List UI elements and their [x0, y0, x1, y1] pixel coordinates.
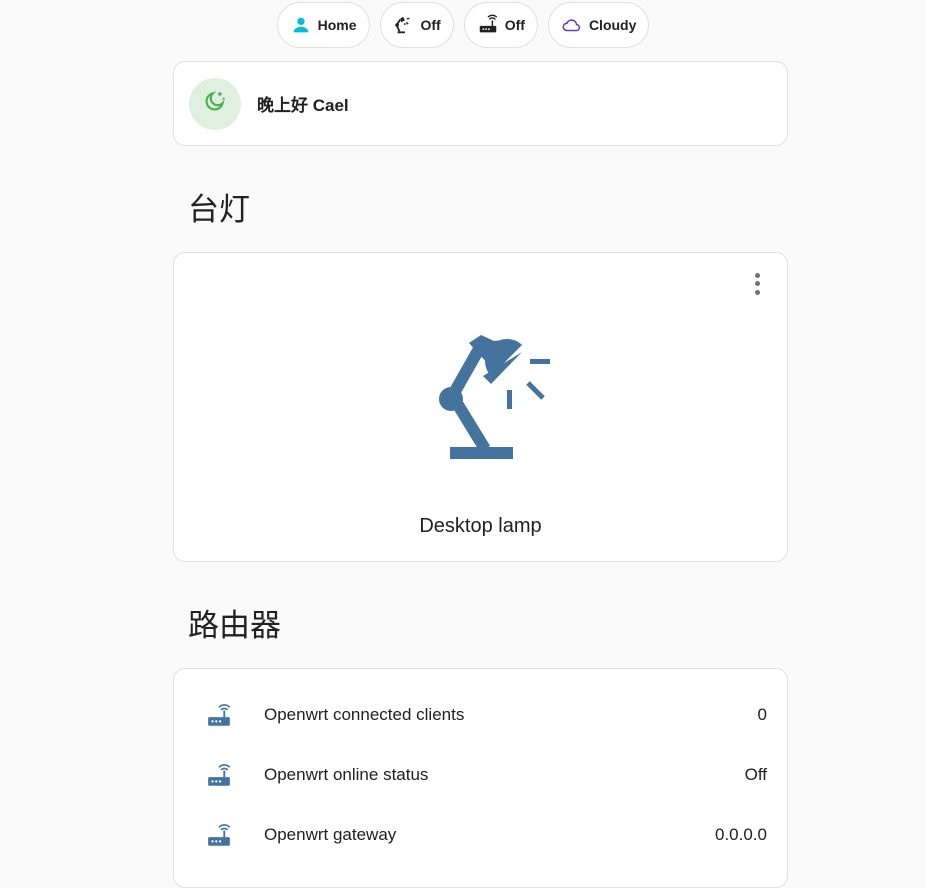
chip-lamp-state[interactable]: Off — [379, 2, 454, 48]
chip-weather[interactable]: Cloudy — [547, 2, 650, 48]
desk-lamp-icon — [393, 14, 415, 36]
chip-person-home[interactable]: Home — [276, 2, 370, 48]
greeting-card: 晚上好 Cael — [173, 61, 788, 146]
entity-label: Openwrt online status — [264, 765, 429, 784]
entity-value: 0.0.0.0 — [715, 825, 767, 844]
section-title-lamp: 台灯 — [188, 192, 250, 227]
chip-label: Cloudy — [588, 17, 637, 33]
entity-label: Openwrt connected clients — [264, 705, 465, 724]
chip-label: Off — [420, 17, 441, 33]
more-vertical-icon[interactable] — [747, 271, 767, 297]
entity-row-connected-clients[interactable]: Openwrt connected clients 0 — [174, 695, 787, 735]
greeting-text: 晚上好 Cael — [257, 96, 349, 115]
entity-row-gateway[interactable]: Openwrt gateway 0.0.0.0 — [174, 815, 787, 855]
chip-router-state[interactable]: Off — [463, 2, 538, 48]
chip-label: Off — [504, 17, 525, 33]
desk-lamp-icon[interactable] — [429, 331, 559, 466]
lamp-card[interactable]: Desktop lamp — [173, 252, 788, 562]
chip-label: Home — [317, 17, 357, 33]
entity-label: Openwrt gateway — [264, 825, 397, 844]
router-icon — [477, 14, 499, 36]
person-icon — [290, 14, 312, 36]
moon-stars-icon — [202, 88, 228, 119]
entity-row-online-status[interactable]: Openwrt online status Off — [174, 755, 787, 795]
cloud-icon — [561, 14, 583, 36]
chip-bar: Home Off Off Cloudy — [0, 2, 926, 48]
router-icon — [206, 823, 232, 854]
lamp-name: Desktop lamp — [419, 515, 542, 537]
entity-value: 0 — [757, 705, 767, 724]
router-icon — [206, 763, 232, 794]
router-icon — [206, 703, 232, 734]
greeting-badge — [189, 77, 241, 130]
entity-value: Off — [744, 765, 767, 784]
section-title-router: 路由器 — [188, 608, 281, 643]
router-entities-card: Openwrt connected clients 0 Openwrt onli… — [173, 668, 788, 888]
